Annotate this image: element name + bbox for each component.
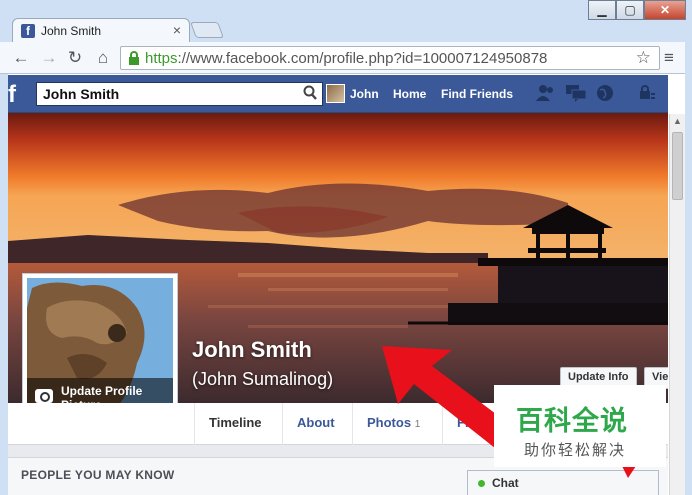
search-input[interactable]: John Smith [36,82,323,106]
profile-alternate-name: (John Sumalinog) [192,369,334,389]
page-scrollbar[interactable]: ▲ [669,114,685,495]
nav-home-link[interactable]: Home [393,87,426,101]
window-frame-left [0,74,8,495]
tab-timeline[interactable]: Timeline [194,403,276,445]
tab-photos[interactable]: Photos 1 [352,403,434,445]
minimize-button[interactable]: ▁ [588,0,616,20]
camera-icon [35,389,53,403]
watermark-sub-text: 助你轻松解决 [524,441,627,459]
lock-icon [127,50,143,66]
reload-icon[interactable]: ↻ [64,48,86,68]
browser-tabstrip: f John Smith × ▁ ▢ ✕ [0,0,692,42]
close-window-button[interactable]: ✕ [644,0,686,20]
messages-icon[interactable] [565,84,587,107]
facebook-header: f John Smith John Home Find Friends [8,75,668,113]
photos-count: 1 [414,419,421,430]
notifications-globe-icon[interactable] [596,84,614,107]
new-tab-button[interactable] [190,22,224,38]
bookmark-star-icon[interactable]: ☆ [636,48,651,68]
window-controls: ▁ ▢ ✕ [588,0,686,20]
window-frame-right [685,42,692,495]
url-text: https://www.facebook.com/profile.php?id=… [145,50,548,67]
tab-about[interactable]: About [282,403,349,445]
scroll-up-icon[interactable]: ▲ [673,116,682,126]
scroll-thumb[interactable] [672,132,683,200]
browser-toolbar: ← → ↻ ⌂ https://www.facebook.com/profile… [0,42,692,74]
online-status-icon [478,480,485,487]
watermark-main-text: 百科全说 [516,406,628,437]
pymk-title: PEOPLE YOU MAY KNOW [21,468,175,482]
back-arrow-icon[interactable]: ← [10,48,32,68]
profile-name[interactable]: John Smith [192,337,312,363]
tab-title: John Smith [41,24,102,38]
maximize-button[interactable]: ▢ [616,0,644,20]
search-value: John Smith [43,86,120,102]
user-avatar[interactable] [326,84,345,103]
search-icon[interactable] [303,85,317,105]
browser-tab[interactable]: f John Smith × [12,18,190,42]
forward-arrow-icon[interactable]: → [38,48,60,68]
facebook-favicon-icon: f [21,24,35,38]
home-icon[interactable]: ⌂ [92,48,114,68]
friend-requests-icon[interactable] [536,84,556,107]
address-bar[interactable]: https://www.facebook.com/profile.php?id=… [120,46,660,70]
privacy-shortcuts-icon[interactable] [638,84,656,107]
chat-bar[interactable]: Chat [467,470,659,495]
nav-find-friends-link[interactable]: Find Friends [441,87,513,101]
tab-close-icon[interactable]: × [173,22,181,38]
watermark-logo: 百科全说 助你轻松解决 [494,385,666,467]
chat-label: Chat [492,476,519,490]
browser-menu-icon[interactable]: ≡ [664,48,674,68]
nav-user-link[interactable]: John [350,87,379,101]
facebook-logo[interactable]: f [8,81,30,108]
